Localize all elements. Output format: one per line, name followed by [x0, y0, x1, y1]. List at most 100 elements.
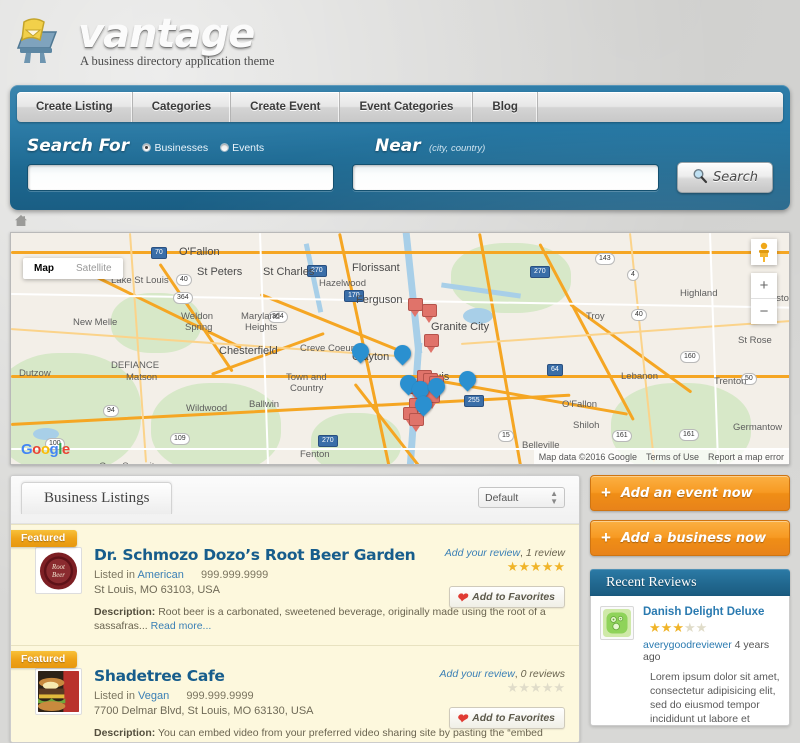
map-place-label: Town and [286, 372, 327, 383]
map-type-control[interactable]: Map Satellite [23, 258, 123, 279]
map-marker-event[interactable] [422, 304, 437, 323]
map-marker-event[interactable] [424, 334, 439, 353]
search-panel: Create Listing Categories Create Event E… [10, 85, 790, 210]
add-to-favorites-label: Add to Favorites [472, 712, 555, 724]
nav-item-categories[interactable]: Categories [133, 92, 232, 122]
search-button[interactable]: Search [677, 162, 773, 193]
radio-events-dot[interactable] [220, 143, 230, 152]
map-widget[interactable]: 70 270 170 270 255 270 64 364 364 143 4 … [10, 232, 790, 465]
read-more-link[interactable]: Read more... [151, 620, 212, 632]
sidebar: + Add an event now + Add a business now … [590, 475, 790, 743]
star-icon: ★ [553, 559, 565, 574]
radio-businesses-dot[interactable] [142, 143, 152, 152]
site-header: vantage A business directory application… [0, 0, 800, 85]
chevron-updown-icon: ▲ ▼ [550, 488, 558, 506]
add-event-button[interactable]: + Add an event now [590, 475, 790, 511]
featured-badge: Featured [11, 651, 78, 675]
site-title[interactable]: vantage [78, 12, 800, 56]
pastry-icon [603, 609, 631, 637]
map-place-label: Fenton [300, 449, 330, 460]
review-author-line: averygoodreviewer 4 years ago [643, 639, 780, 663]
nav-item-create-listing[interactable]: Create Listing [17, 92, 133, 122]
add-review-link[interactable]: Add your review [445, 547, 520, 559]
featured-badge: Featured [11, 530, 78, 554]
search-near-input[interactable] [352, 164, 660, 191]
listing-phone: 999.999.9999 [200, 569, 269, 581]
star-icon: ★ [506, 559, 519, 574]
map-place-label: Weldon [181, 311, 214, 322]
listing-phone: 999.999.9999 [186, 690, 254, 702]
mailbox-icon [10, 14, 66, 66]
radio-events-label: Events [232, 142, 265, 154]
map-type-map[interactable]: Map [23, 258, 65, 279]
add-to-favorites-button[interactable]: ❤ Add to Favorites [449, 707, 565, 729]
highway-shield: 161 [679, 429, 699, 441]
map-place-label: St Peters [197, 266, 243, 278]
radio-businesses[interactable]: Businesses [142, 142, 208, 154]
listed-in-label: Listed in [94, 690, 135, 702]
highway-shield: 161 [612, 430, 632, 442]
highway-shield: 94 [103, 405, 119, 417]
highway-shield: 64 [547, 364, 563, 376]
listing-item[interactable]: Featured Shadetree Cafe Listed in Vegan … [11, 645, 579, 742]
review-thumbnail[interactable] [600, 606, 634, 640]
svg-text:Beer: Beer [52, 571, 65, 578]
add-business-button[interactable]: + Add a business now [590, 520, 790, 556]
search-for-input[interactable] [27, 164, 335, 191]
add-event-label: Add an event now [621, 485, 753, 501]
highway-shield: 109 [170, 433, 190, 445]
radio-businesses-label: Businesses [154, 142, 209, 154]
star-icon: ★ [672, 620, 684, 635]
recent-reviews-title: Recent Reviews [590, 569, 790, 596]
listing-category-link[interactable]: Vegan [138, 690, 169, 702]
map-place-label: DEFIANCE [111, 360, 160, 371]
breadcrumb [0, 210, 800, 232]
highway-shield: 270 [530, 266, 550, 278]
star-icon: ★ [518, 680, 531, 695]
map-place-label: O'Fallon [179, 246, 220, 258]
pegman-icon[interactable] [751, 239, 777, 265]
map-marker-event[interactable] [408, 298, 423, 317]
review-count: 0 reviews [520, 668, 565, 680]
home-icon[interactable] [14, 215, 28, 230]
map-zoom-control[interactable]: + − [751, 273, 777, 324]
map-place-label: Maryland [241, 311, 281, 322]
star-icon: ★ [530, 559, 542, 574]
nav-item-event-categories[interactable]: Event Categories [340, 92, 474, 122]
radio-events[interactable]: Events [220, 142, 264, 154]
search-form: Search For Businesses Events Near (city,… [17, 122, 783, 201]
map-place-label: Ballwin [249, 399, 280, 410]
listing-thumbnail[interactable] [35, 668, 82, 715]
map-canvas[interactable]: 70 270 170 270 255 270 64 364 364 143 4 … [11, 233, 789, 464]
nav-item-blog[interactable]: Blog [473, 92, 538, 122]
map-place-label: Gray Summit [99, 461, 154, 464]
listing-review-line: Add your review, 0 reviews ★★★★★ [439, 668, 566, 695]
report-map-error-link[interactable]: Report a map error [708, 452, 784, 462]
review-author-link[interactable]: averygoodreviewer [643, 639, 732, 651]
listing-thumbnail[interactable]: Root Beer [35, 547, 82, 594]
star-icon: ★ [506, 680, 519, 695]
star-icon: ★ [683, 620, 696, 635]
highway-shield: 255 [464, 395, 484, 407]
review-rating-stars: ★★★★★ [649, 620, 707, 636]
add-to-favorites-button[interactable]: ❤ Add to Favorites [449, 586, 565, 608]
plus-icon: + [601, 483, 611, 502]
add-review-link[interactable]: Add your review [440, 668, 515, 680]
terms-of-use-link[interactable]: Terms of Use [646, 452, 699, 462]
nav-item-create-event[interactable]: Create Event [231, 92, 341, 122]
description-label: Description: [94, 727, 156, 739]
listing-category-link[interactable]: American [137, 569, 183, 581]
rating-stars: ★★★★★ [507, 559, 565, 575]
map-place-label: Highland [680, 288, 718, 299]
zoom-out-button[interactable]: − [751, 299, 777, 324]
listing-item[interactable]: Featured Root Beer Dr. Schmozo Dozo’s Ro… [11, 524, 579, 645]
zoom-in-button[interactable]: + [751, 273, 777, 298]
search-type-radios: Businesses Events [142, 142, 273, 154]
review-business-link[interactable]: Danish Delight Deluxe [643, 606, 780, 618]
sort-select[interactable]: Default ▲ ▼ [478, 487, 565, 508]
star-icon: ★ [553, 680, 565, 695]
map-type-satellite[interactable]: Satellite [65, 258, 123, 279]
star-icon: ★ [541, 680, 554, 695]
recent-reviews-widget: Recent Reviews Danish Delight Deluxe ★★★… [590, 569, 790, 726]
sandwich-photo-icon [38, 671, 79, 712]
